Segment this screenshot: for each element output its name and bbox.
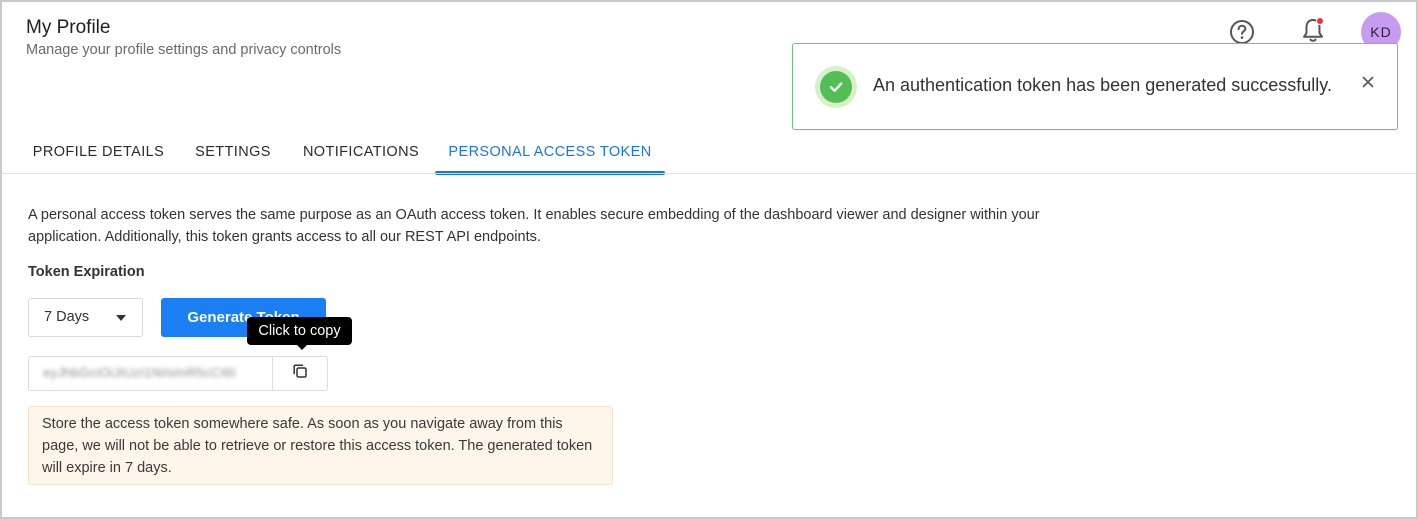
tab-bar: PROFILE DETAILS SETTINGS NOTIFICATIONS P… — [0, 136, 1416, 176]
token-warning-message: Store the access token somewhere safe. A… — [28, 406, 613, 485]
copy-tooltip: Click to copy — [247, 317, 352, 345]
tab-personal-access-token[interactable]: PERSONAL ACCESS TOKEN — [435, 136, 665, 176]
check-circle-icon — [815, 66, 857, 108]
token-description: A personal access token serves the same … — [28, 207, 1040, 245]
tab-settings[interactable]: SETTINGS — [183, 136, 283, 176]
copy-icon — [291, 362, 309, 385]
help-circle-icon[interactable] — [1229, 19, 1255, 45]
selected-expiration: 7 Days — [44, 309, 90, 325]
token-field[interactable]: eyJhbGciOiJIUzI1NiIsInR5cCI6I — [28, 356, 273, 391]
copy-token-button[interactable] — [272, 356, 328, 391]
notification-dot — [1316, 17, 1324, 25]
token-expiration-select[interactable]: 7 Days — [28, 298, 143, 337]
tabs-divider — [2, 173, 1416, 174]
success-toast: An authentication token has been generat… — [792, 43, 1398, 130]
token-value: eyJhbGciOiJIUzI1NiIsInR5cCI6I — [43, 365, 236, 380]
page-title: My Profile — [26, 17, 111, 38]
tab-profile-details[interactable]: PROFILE DETAILS — [20, 136, 177, 176]
toast-message: An authentication token has been generat… — [873, 75, 1332, 95]
close-icon[interactable] — [1360, 74, 1376, 90]
token-expiration-label: Token Expiration — [28, 264, 145, 280]
tab-notifications[interactable]: NOTIFICATIONS — [290, 136, 432, 176]
caret-down-icon — [116, 315, 126, 321]
tooltip-arrow — [296, 344, 308, 350]
page-subtitle: Manage your profile settings and privacy… — [26, 42, 342, 58]
